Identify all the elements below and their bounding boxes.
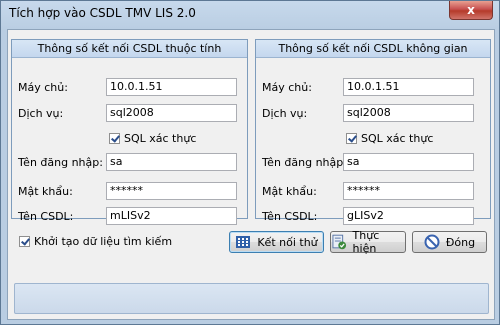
close-button[interactable]: Đóng xyxy=(412,231,487,253)
execute-button[interactable]: Thực hiện xyxy=(330,229,406,255)
attribute-db-group: Thông số kết nối CSDL thuộc tính Máy chủ… xyxy=(11,39,248,225)
test-connection-label: Kết nối thử xyxy=(257,235,318,249)
sql-auth-checkbox[interactable]: SQL xác thực xyxy=(109,132,196,145)
password-input[interactable]: ****** xyxy=(343,182,474,200)
username-label: Tên đăng nhập: xyxy=(262,156,347,169)
sql-auth-label: SQL xác thực xyxy=(124,132,197,145)
service-label: Dịch vụ: xyxy=(262,107,308,120)
server-label: Máy chủ: xyxy=(18,81,68,94)
title-bar[interactable]: Tích hợp vào CSDL TMV LIS 2.0 x xyxy=(1,1,499,27)
server-label: Máy chủ: xyxy=(262,81,312,94)
db-name-label: Tên CSDL: xyxy=(18,210,74,223)
checkbox-check-icon xyxy=(109,133,120,144)
test-connection-button[interactable]: Kết nối thử xyxy=(229,231,324,253)
group-header: Thông số kết nối CSDL không gian xyxy=(256,40,490,58)
window-title: Tích hợp vào CSDL TMV LIS 2.0 xyxy=(9,6,196,20)
progress-bar xyxy=(14,283,489,314)
server-input[interactable]: 10.0.1.51 xyxy=(343,78,474,96)
username-input[interactable]: sa xyxy=(343,153,474,171)
server-input[interactable]: 10.0.1.51 xyxy=(106,78,237,96)
dialog-body: Thông số kết nối CSDL thuộc tính Máy chủ… xyxy=(7,29,495,320)
db-name-input[interactable]: gLISv2 xyxy=(343,207,474,225)
password-input[interactable]: ****** xyxy=(106,182,237,200)
init-search-checkbox[interactable]: Khởi tạo dữ liệu tìm kiếm xyxy=(19,235,172,248)
sql-auth-label: SQL xác thực xyxy=(361,132,434,145)
no-entry-icon xyxy=(424,234,440,250)
db-name-label: Tên CSDL: xyxy=(262,210,318,223)
execute-label: Thực hiện xyxy=(352,229,380,255)
group-header: Thông số kết nối CSDL thuộc tính xyxy=(12,40,247,58)
service-label: Dịch vụ: xyxy=(18,107,64,120)
close-window-button[interactable]: x xyxy=(449,1,493,20)
checkbox-check-icon xyxy=(346,133,357,144)
username-input[interactable]: sa xyxy=(106,153,237,171)
dialog-window: Tích hợp vào CSDL TMV LIS 2.0 x Thông số… xyxy=(0,0,500,325)
password-label: Mật khẩu: xyxy=(18,185,73,198)
close-label: Đóng xyxy=(445,235,476,249)
run-check-icon xyxy=(332,234,347,250)
spatial-db-group: Thông số kết nối CSDL không gian Máy chủ… xyxy=(255,39,491,225)
username-label: Tên đăng nhập: xyxy=(18,156,103,169)
sql-auth-checkbox[interactable]: SQL xác thực xyxy=(346,132,433,145)
close-icon: x xyxy=(467,3,475,17)
init-search-label: Khởi tạo dữ liệu tìm kiếm xyxy=(34,235,173,248)
grid-connect-icon xyxy=(236,236,251,248)
service-input[interactable]: sql2008 xyxy=(106,104,237,122)
db-name-input[interactable]: mLISv2 xyxy=(106,207,237,225)
password-label: Mật khẩu: xyxy=(262,185,317,198)
checkbox-check-icon xyxy=(19,236,30,247)
service-input[interactable]: sql2008 xyxy=(343,104,474,122)
